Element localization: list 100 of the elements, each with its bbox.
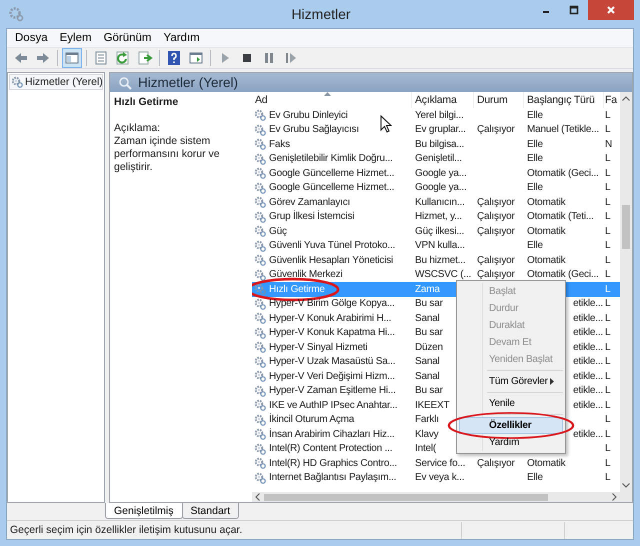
menu-item[interactable]: Yenile	[459, 395, 563, 412]
service-name[interactable]: Hyper-V Uzak Masaüstü Sa...	[269, 356, 396, 368]
table-cell: Yerel bilgi...	[415, 110, 464, 121]
close-button[interactable]	[588, 0, 634, 20]
table-cell: Otomatik	[527, 226, 566, 237]
menu-item[interactable]: Eylem	[54, 32, 98, 44]
gear-icon	[254, 109, 266, 122]
gear-icon	[254, 268, 266, 281]
gear-icon	[254, 167, 266, 180]
table-cell: Otomatik	[527, 458, 566, 469]
column-header[interactable]: Ad	[252, 92, 412, 108]
table-cell: Service fo...	[415, 458, 466, 469]
table-cell: L	[605, 370, 610, 382]
table-cell: Elle	[527, 138, 543, 150]
menu-item[interactable]: Tüm Görevler	[459, 373, 563, 390]
service-name[interactable]: Hyper-V Sinyal Hizmeti	[269, 342, 368, 353]
horizontal-scrollbar[interactable]	[252, 492, 620, 502]
table-cell: L	[605, 124, 610, 136]
table-cell: L	[605, 400, 610, 411]
service-name[interactable]: Güvenlik Hesapları Yöneticisi	[269, 254, 394, 266]
table-cell: Elle	[527, 153, 543, 164]
gear-icon	[254, 384, 266, 397]
table-cell: Ev veya k...	[415, 472, 464, 484]
gear-icon	[254, 124, 266, 136]
service-name[interactable]: Hyper-V Birim Gölge Kopya...	[269, 298, 395, 310]
forward-arrow-icon	[35, 50, 51, 66]
table-cell: L	[605, 226, 610, 237]
gear-icon	[11, 76, 23, 88]
service-name[interactable]: İnsan Arabirim Cihazları Hiz...	[269, 428, 395, 440]
service-name[interactable]: Internet Bağlantısı Paylaşım...	[269, 472, 396, 484]
menu-item[interactable]: Yardım	[459, 434, 563, 451]
table-cell: etikle...	[573, 356, 603, 368]
menu-item[interactable]: Görünüm	[98, 32, 158, 44]
table-cell: Elle	[527, 110, 543, 121]
table-cell: L	[605, 254, 610, 266]
table-cell: etikle...	[573, 400, 603, 411]
service-name[interactable]: Güvenlik Merkezi	[269, 269, 342, 280]
service-name[interactable]: Genişletilebilir Kimlik Doğru...	[269, 153, 393, 164]
service-name[interactable]: Güç	[269, 226, 287, 237]
table-cell: Manuel (Tetikle...	[527, 124, 599, 136]
table-cell: Google ya...	[415, 182, 467, 194]
column-header[interactable]: Açıklama	[412, 92, 474, 108]
service-name[interactable]: Google Güncelleme Hizmet...	[269, 168, 394, 179]
table-cell: IKEEXT	[415, 400, 450, 411]
service-name[interactable]: Intel(R) HD Graphics Contro...	[269, 458, 397, 469]
table-cell: L	[605, 342, 610, 353]
service-name[interactable]: IKE ve AuthIP IPsec Anahtar...	[269, 400, 398, 411]
service-name[interactable]: Hyper-V Konuk Kapatma Hi...	[269, 327, 395, 338]
scrollbar-thumb[interactable]	[622, 205, 630, 249]
gear-icon	[254, 225, 266, 238]
table-cell: L	[605, 284, 610, 295]
document-icon	[93, 50, 109, 66]
gear-icon	[8, 6, 24, 22]
gear-icon	[254, 399, 266, 412]
table-cell: Otomatik	[527, 254, 566, 266]
service-name[interactable]: Ev Grubu Dinleyici	[269, 110, 348, 121]
table-cell: N	[605, 138, 612, 150]
service-name[interactable]: Hyper-V Zaman Eşitleme Hi...	[269, 385, 396, 396]
column-header[interactable]: Başlangıç Türü	[524, 92, 604, 108]
table-cell: Bu sar	[415, 385, 443, 396]
service-name[interactable]: Hyper-V Konuk Arabirimi H...	[269, 312, 392, 324]
service-name[interactable]: Faks	[269, 138, 290, 150]
menu-item[interactable]: Dosya	[9, 32, 54, 44]
column-header[interactable]: Durum	[474, 92, 524, 108]
gear-icon	[254, 210, 266, 223]
gear-icon	[254, 283, 266, 296]
vertical-scrollbar[interactable]	[620, 92, 632, 502]
table-cell: VPN kulla...	[415, 240, 465, 252]
service-name[interactable]: Görev Zamanlayıcı	[269, 196, 350, 208]
console-tree-button[interactable]	[62, 48, 82, 68]
service-name[interactable]: Güvenli Yuva Tünel Protoko...	[269, 240, 396, 252]
table-cell: L	[605, 472, 610, 484]
export-icon	[137, 50, 153, 66]
service-name[interactable]: Ev Grubu Sağlayıcısı	[269, 124, 359, 136]
gear-icon	[254, 254, 266, 266]
gear-icon	[254, 442, 266, 455]
table-cell: L	[605, 240, 610, 252]
service-name[interactable]: Hyper-V Veri Değişimi Hizm...	[269, 370, 395, 382]
gear-icon	[254, 298, 266, 310]
service-name[interactable]: İkincil Oturum Açma	[269, 414, 354, 426]
menu-item[interactable]: Özellikler	[459, 417, 563, 434]
maximize-icon	[569, 5, 579, 15]
service-name[interactable]: Grup İlkesi İstemcisi	[269, 211, 354, 222]
table-cell: Çalışıyor	[477, 458, 515, 469]
table-cell: L	[605, 196, 610, 208]
table-cell: Zama	[415, 284, 440, 295]
service-name[interactable]: Google Güncelleme Hizmet...	[269, 182, 394, 194]
table-cell: Otomatik (Teti...	[527, 211, 594, 222]
view-tab[interactable]: Genişletilmiş	[105, 503, 183, 519]
menu-item[interactable]: Yardım	[158, 32, 206, 44]
view-tab[interactable]: Standart	[182, 503, 240, 519]
table-cell: L	[605, 110, 610, 121]
service-name: Hızlı Getirme	[114, 96, 180, 108]
scrollbar-thumb[interactable]	[264, 494, 548, 500]
table-cell: Çalışıyor	[477, 124, 515, 136]
column-header[interactable]: Fa	[604, 92, 620, 108]
tree-item[interactable]: Hizmetler (Yerel)	[9, 74, 103, 90]
service-name[interactable]: Intel(R) Content Protection ...	[269, 443, 392, 454]
table-cell: L	[605, 269, 610, 280]
table-cell: L	[605, 428, 610, 440]
